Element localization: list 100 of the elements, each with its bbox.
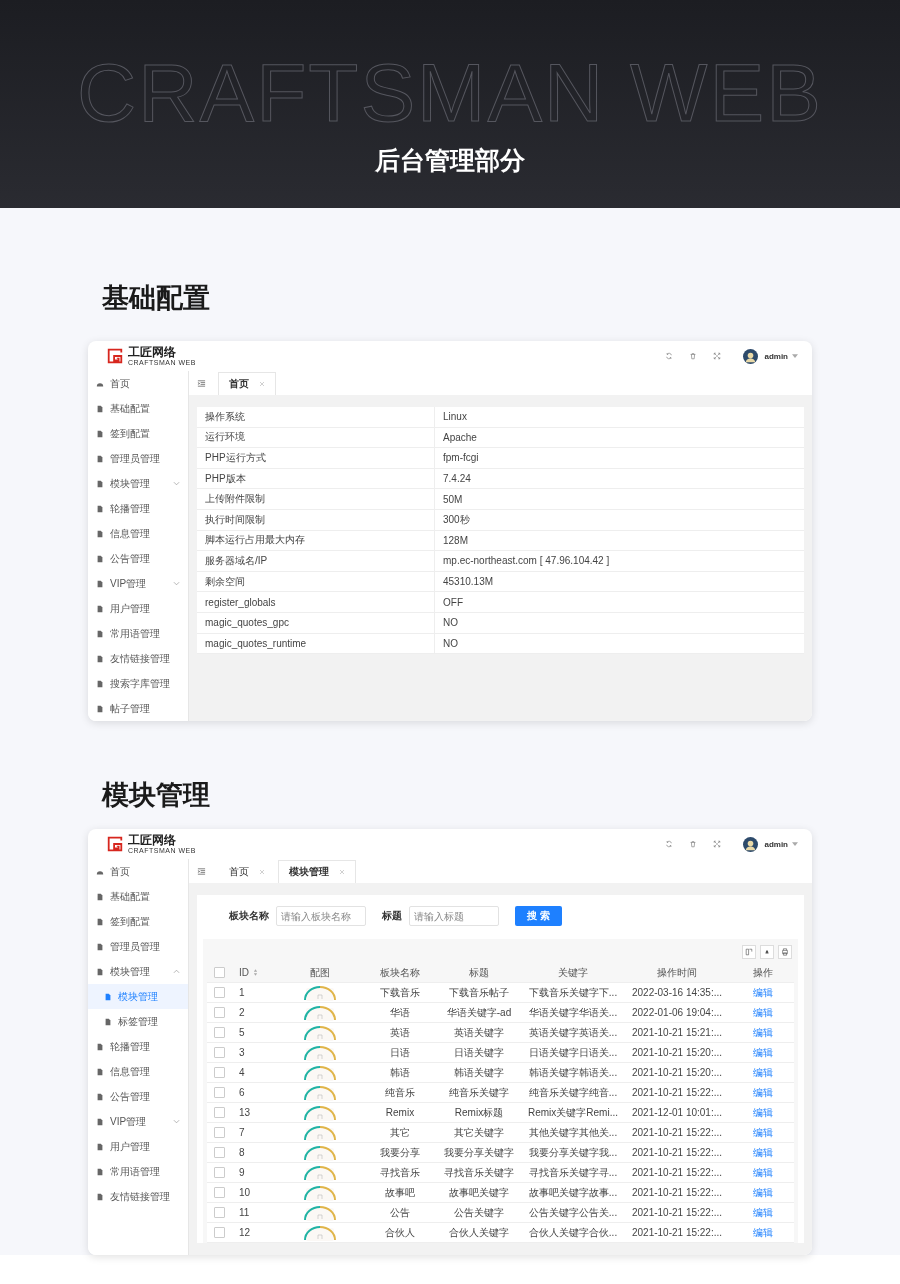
table-cell-text: 下载音乐 bbox=[379, 985, 421, 1000]
sidebar-item[interactable]: 基础配置 bbox=[88, 884, 188, 909]
edit-link[interactable]: 编辑 bbox=[752, 1125, 773, 1140]
table-cell-text: 2021-10-21 15:20:... bbox=[630, 1047, 724, 1058]
sidebar-item[interactable]: 用户管理 bbox=[88, 1134, 188, 1159]
edit-link[interactable]: 编辑 bbox=[752, 1185, 773, 1200]
sidebar-item[interactable]: 常用语管理 bbox=[88, 1159, 188, 1184]
sidebar-item[interactable]: 模块管理 bbox=[88, 959, 188, 984]
checkbox[interactable] bbox=[213, 1207, 225, 1218]
document-icon bbox=[96, 529, 104, 538]
sidebar-item[interactable]: 友情链接管理 bbox=[88, 646, 188, 671]
sidebar-item[interactable]: 标签管理 bbox=[88, 1009, 188, 1034]
avatar-icon[interactable] bbox=[743, 348, 759, 364]
checkbox[interactable] bbox=[213, 1147, 225, 1158]
edit-link[interactable]: 编辑 bbox=[752, 1205, 773, 1220]
table-cell: magic_quotes_runtime bbox=[197, 633, 435, 654]
close-icon[interactable] bbox=[259, 381, 265, 387]
trash-icon[interactable] bbox=[689, 840, 698, 848]
menu-icon[interactable] bbox=[197, 378, 206, 388]
sidebar-item[interactable]: 首页 bbox=[88, 371, 188, 396]
refresh-icon[interactable] bbox=[665, 840, 674, 848]
sidebar-item[interactable]: 管理员管理 bbox=[88, 934, 188, 959]
checkbox[interactable] bbox=[213, 1047, 225, 1058]
edit-link[interactable]: 编辑 bbox=[752, 1105, 773, 1120]
sidebar-item[interactable]: 帖子管理 bbox=[88, 696, 188, 721]
checkbox[interactable] bbox=[213, 1227, 225, 1238]
sidebar-item[interactable]: 轮播管理 bbox=[88, 496, 188, 521]
logo-icon bbox=[106, 347, 124, 365]
checkbox[interactable] bbox=[213, 987, 225, 998]
page-tab[interactable]: 首页 bbox=[218, 372, 276, 395]
edit-link[interactable]: 编辑 bbox=[752, 1005, 773, 1020]
sidebar-item[interactable]: 首页 bbox=[88, 859, 188, 884]
sidebar-item[interactable]: 常用语管理 bbox=[88, 621, 188, 646]
sidebar-item[interactable]: 基础配置 bbox=[88, 396, 188, 421]
fullscreen-icon[interactable] bbox=[713, 352, 722, 360]
print-icon bbox=[781, 948, 789, 956]
table-cell-text: 下载音乐帖子 bbox=[448, 985, 510, 1000]
document-icon bbox=[96, 892, 104, 901]
edit-link[interactable]: 编辑 bbox=[752, 985, 773, 1000]
table-cell-text: 纯音乐关键字纯音... bbox=[527, 1085, 619, 1100]
edit-link[interactable]: 编辑 bbox=[752, 1045, 773, 1060]
caret-icon[interactable] bbox=[792, 842, 798, 846]
edit-link[interactable]: 编辑 bbox=[752, 1225, 773, 1240]
sidebar-item[interactable]: 用户管理 bbox=[88, 596, 188, 621]
table-cell-text: Remix bbox=[384, 1107, 416, 1118]
table-cell-text: 合伙人关键字 bbox=[448, 1225, 510, 1240]
sidebar-item[interactable]: VIP管理 bbox=[88, 1109, 188, 1134]
input-field[interactable]: 请输入板块名称 bbox=[276, 906, 366, 926]
search-button[interactable]: 搜 索 bbox=[515, 906, 562, 926]
sidebar-item[interactable]: 公告管理 bbox=[88, 1084, 188, 1109]
menu-icon[interactable] bbox=[197, 866, 206, 876]
page-tab[interactable]: 首页 bbox=[218, 860, 276, 883]
sidebar-item[interactable]: 友情链接管理 bbox=[88, 1184, 188, 1209]
trash-icon[interactable] bbox=[689, 352, 698, 360]
username-label[interactable]: admin bbox=[764, 351, 788, 361]
sidebar-item[interactable]: 搜索字库管理 bbox=[88, 671, 188, 696]
checkbox[interactable] bbox=[213, 1087, 225, 1098]
close-icon[interactable] bbox=[259, 869, 265, 875]
username-label[interactable]: admin bbox=[764, 839, 788, 849]
refresh-icon[interactable] bbox=[665, 352, 674, 360]
table-cell-text: 11 bbox=[238, 1207, 251, 1218]
sidebar-item[interactable]: 管理员管理 bbox=[88, 446, 188, 471]
page-tab[interactable]: 模块管理 bbox=[278, 860, 356, 883]
sort-icon[interactable] bbox=[253, 969, 258, 976]
sidebar-item[interactable]: VIP管理 bbox=[88, 571, 188, 596]
column-header: 配图 bbox=[309, 965, 331, 980]
sidebar-item[interactable]: 模块管理 bbox=[88, 984, 188, 1009]
checkbox[interactable] bbox=[213, 1027, 225, 1038]
caret-icon[interactable] bbox=[792, 354, 798, 358]
sidebar-item[interactable]: 轮播管理 bbox=[88, 1034, 188, 1059]
checkbox[interactable] bbox=[213, 1107, 225, 1118]
edit-link[interactable]: 编辑 bbox=[752, 1065, 773, 1080]
sidebar-item[interactable]: 公告管理 bbox=[88, 546, 188, 571]
edit-link[interactable]: 编辑 bbox=[752, 1025, 773, 1040]
columns-button[interactable] bbox=[742, 945, 756, 959]
checkbox[interactable] bbox=[213, 1167, 225, 1178]
input-field[interactable]: 请输入标题 bbox=[409, 906, 499, 926]
checkbox[interactable] bbox=[213, 1187, 225, 1198]
sidebar-item[interactable]: 信息管理 bbox=[88, 1059, 188, 1084]
checkbox[interactable] bbox=[213, 1127, 225, 1138]
sidebar-item[interactable]: 信息管理 bbox=[88, 521, 188, 546]
checkbox[interactable] bbox=[213, 1067, 225, 1078]
fullscreen-icon[interactable] bbox=[713, 840, 722, 848]
table-cell-text: 韩语关键字 bbox=[453, 1065, 505, 1080]
edit-link[interactable]: 编辑 bbox=[752, 1085, 773, 1100]
document-icon bbox=[96, 1142, 104, 1151]
close-icon[interactable] bbox=[339, 869, 345, 875]
document-icon bbox=[96, 654, 104, 663]
edit-link[interactable]: 编辑 bbox=[752, 1165, 773, 1180]
sidebar-item[interactable]: 模块管理 bbox=[88, 471, 188, 496]
export-button[interactable] bbox=[760, 945, 774, 959]
print-button[interactable] bbox=[778, 945, 792, 959]
sidebar-item[interactable]: 签到配置 bbox=[88, 909, 188, 934]
checkbox[interactable] bbox=[213, 967, 225, 978]
document-icon bbox=[96, 704, 104, 713]
table-cell-text: NO bbox=[442, 636, 459, 651]
avatar-icon[interactable] bbox=[743, 836, 759, 852]
edit-link[interactable]: 编辑 bbox=[752, 1145, 773, 1160]
sidebar-item[interactable]: 签到配置 bbox=[88, 421, 188, 446]
checkbox[interactable] bbox=[213, 1007, 225, 1018]
